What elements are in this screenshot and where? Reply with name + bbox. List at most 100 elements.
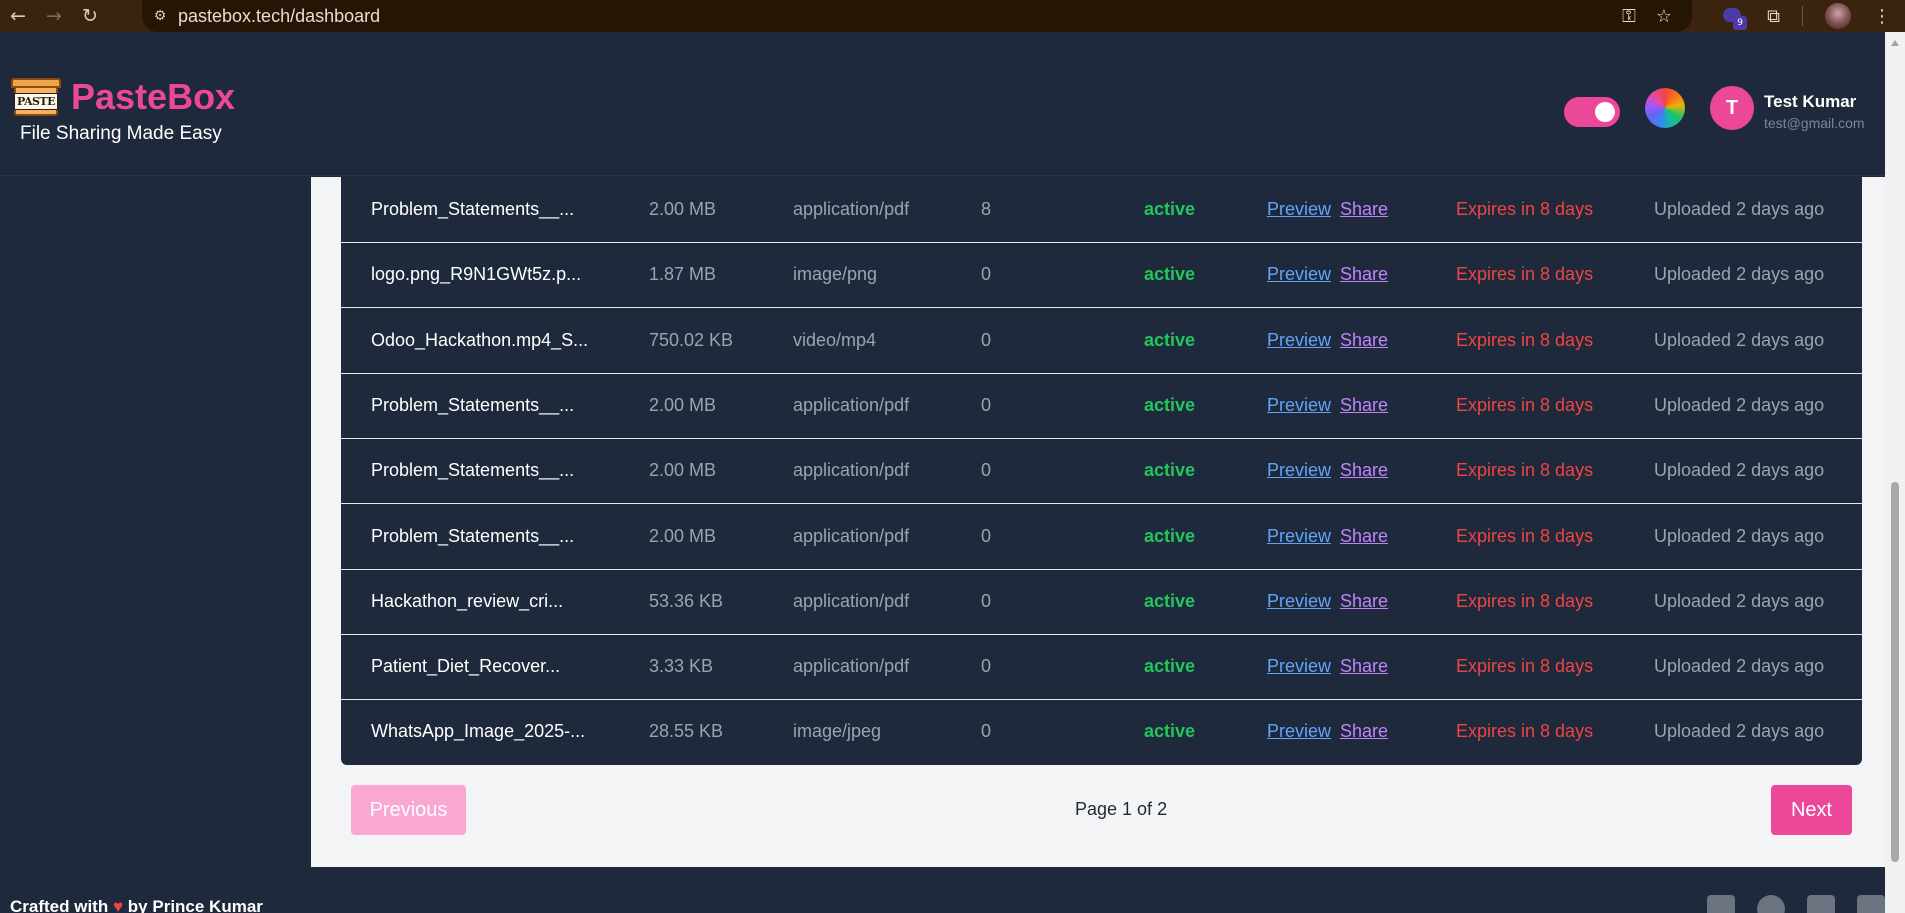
download-count: 0 bbox=[981, 394, 992, 415]
table-row: Odoo_Hackathon.mp4_S... 750.02 KB video/mp… bbox=[341, 308, 1862, 374]
share-link[interactable]: Share bbox=[1340, 438, 1388, 503]
status-badge: active bbox=[1144, 264, 1196, 285]
download-count: 0 bbox=[981, 590, 992, 611]
status-badge: active bbox=[1144, 460, 1196, 481]
color-picker-icon[interactable] bbox=[1645, 88, 1685, 128]
extension-badge: 9 bbox=[1733, 16, 1748, 30]
status-badge: active bbox=[1144, 525, 1196, 546]
table-row: Hackathon_review_cri... 53.36 KB applicati… bbox=[341, 569, 1862, 635]
preview-link[interactable]: Preview bbox=[1267, 373, 1331, 438]
uploaded-text: Uploaded 2 days ago bbox=[1654, 525, 1825, 546]
file-type: video/mp4 bbox=[793, 329, 877, 350]
uploaded-text: Uploaded 2 days ago bbox=[1654, 721, 1825, 742]
uploaded-text: Uploaded 2 days ago bbox=[1654, 460, 1825, 481]
mail-icon[interactable] bbox=[1857, 895, 1885, 913]
instagram-icon[interactable] bbox=[1807, 895, 1835, 913]
user-avatar[interactable]: T bbox=[1710, 86, 1754, 130]
file-size: 53.36 KB bbox=[649, 590, 724, 611]
preview-link[interactable]: Preview bbox=[1267, 308, 1331, 373]
page-scrollbar[interactable] bbox=[1885, 32, 1905, 913]
uploaded-text: Uploaded 2 days ago bbox=[1654, 329, 1825, 350]
files-table: Problem_Statements__... 2.00 MB applicatio… bbox=[341, 177, 1862, 765]
file-type: application/pdf bbox=[793, 590, 910, 611]
share-link[interactable]: Share bbox=[1340, 569, 1388, 634]
back-icon[interactable]: ← bbox=[0, 0, 36, 32]
browser-menu-icon[interactable]: ⋮ bbox=[1873, 6, 1891, 27]
file-size: 2.00 MB bbox=[649, 394, 717, 415]
main-content: Problem_Statements__... 2.00 MB applicatio… bbox=[311, 177, 1885, 867]
file-name: Hackathon_review_cri... bbox=[371, 590, 564, 611]
share-link[interactable]: Share bbox=[1340, 699, 1388, 764]
preview-link[interactable]: Preview bbox=[1267, 177, 1331, 242]
share-link[interactable]: Share bbox=[1340, 177, 1388, 242]
preview-link[interactable]: Preview bbox=[1267, 634, 1331, 699]
expiry-text: Expires in 8 days bbox=[1456, 590, 1594, 611]
preview-link[interactable]: Preview bbox=[1267, 242, 1331, 307]
share-link[interactable]: Share bbox=[1340, 308, 1388, 373]
logo-icon[interactable]: PASTE bbox=[11, 78, 61, 116]
address-bar[interactable]: ⚙ pastebox.tech/dashboard ⚿ ☆ bbox=[142, 0, 1692, 32]
next-button[interactable]: Next bbox=[1771, 785, 1852, 835]
file-name: Patient_Diet_Recover... bbox=[371, 656, 561, 677]
browser-toolbar: ← → ↻ ⚙ pastebox.tech/dashboard ⚿ ☆ 9 ⧉ … bbox=[0, 0, 1905, 32]
key-icon[interactable]: ⚿ bbox=[1622, 6, 1636, 27]
extension-icon[interactable]: 9 bbox=[1721, 4, 1748, 30]
scrollbar-thumb[interactable] bbox=[1891, 482, 1899, 862]
table-row: Problem_Statements__... 2.00 MB applicatio… bbox=[341, 504, 1862, 570]
github-icon[interactable] bbox=[1757, 895, 1785, 913]
uploaded-text: Uploaded 2 days ago bbox=[1654, 590, 1825, 611]
user-name: Test Kumar bbox=[1764, 92, 1857, 111]
table-row: logo.png_R9N1GWt5z.p... 1.87 MB image/png 0… bbox=[341, 242, 1862, 309]
preview-link[interactable]: Preview bbox=[1267, 569, 1331, 634]
pagination: Previous Page 1 of 2 Next bbox=[311, 777, 1885, 835]
footer-prefix: Crafted with bbox=[10, 897, 109, 913]
previous-button[interactable]: Previous bbox=[351, 785, 466, 835]
download-count: 8 bbox=[981, 199, 992, 219]
reload-icon[interactable]: ↻ bbox=[72, 0, 108, 32]
preview-link[interactable]: Preview bbox=[1267, 699, 1331, 764]
status-badge: active bbox=[1144, 394, 1196, 415]
file-type: application/pdf bbox=[793, 460, 910, 481]
download-count: 0 bbox=[981, 460, 992, 481]
scroll-up-icon[interactable] bbox=[1891, 40, 1899, 46]
preview-link[interactable]: Preview bbox=[1267, 438, 1331, 503]
forward-icon[interactable]: → bbox=[36, 0, 72, 32]
expiry-text: Expires in 8 days bbox=[1456, 264, 1594, 285]
footer: Crafted with ♥ by Prince Kumar bbox=[0, 867, 1885, 913]
footer-credit: Crafted with ♥ by Prince Kumar bbox=[10, 897, 263, 913]
heart-icon: ♥ bbox=[112, 897, 124, 913]
site-info-icon[interactable]: ⚙ bbox=[142, 8, 178, 24]
preview-link[interactable]: Preview bbox=[1267, 504, 1331, 569]
app-name[interactable]: PasteBox bbox=[71, 76, 235, 118]
share-link[interactable]: Share bbox=[1340, 242, 1388, 307]
share-link[interactable]: Share bbox=[1340, 504, 1388, 569]
file-type: application/pdf bbox=[793, 394, 910, 415]
file-size: 750.02 KB bbox=[649, 329, 734, 350]
share-link[interactable]: Share bbox=[1340, 634, 1388, 699]
uploaded-text: Uploaded 2 days ago bbox=[1654, 394, 1825, 415]
file-type: image/png bbox=[793, 264, 878, 285]
file-size: 3.33 KB bbox=[649, 656, 714, 677]
linkedin-icon[interactable] bbox=[1707, 895, 1735, 913]
file-type: image/jpeg bbox=[793, 721, 882, 742]
file-type: application/pdf bbox=[793, 656, 910, 677]
expiry-text: Expires in 8 days bbox=[1456, 656, 1594, 677]
download-count: 0 bbox=[981, 264, 992, 285]
url-text[interactable]: pastebox.tech/dashboard bbox=[178, 6, 380, 27]
file-name: logo.png_R9N1GWt5z.p... bbox=[371, 264, 582, 285]
app-header: PASTE PasteBox File Sharing Made Easy T … bbox=[0, 32, 1885, 176]
file-type: application/pdf bbox=[793, 199, 910, 219]
expiry-text: Expires in 8 days bbox=[1456, 460, 1594, 481]
file-size: 2.00 MB bbox=[649, 525, 717, 546]
browser-profile-avatar[interactable] bbox=[1825, 3, 1851, 29]
file-name: Problem_Statements__... bbox=[371, 199, 575, 219]
bookmark-star-icon[interactable]: ☆ bbox=[1656, 6, 1672, 27]
extensions-puzzle-icon[interactable]: ⧉ bbox=[1767, 6, 1780, 27]
footer-suffix: by Prince Kumar bbox=[127, 897, 263, 913]
theme-toggle[interactable] bbox=[1564, 97, 1620, 127]
status-badge: active bbox=[1144, 721, 1196, 742]
share-link[interactable]: Share bbox=[1340, 373, 1388, 438]
user-email: test@gmail.com bbox=[1764, 115, 1865, 131]
expiry-text: Expires in 8 days bbox=[1456, 329, 1594, 350]
uploaded-text: Uploaded 2 days ago bbox=[1654, 656, 1825, 677]
